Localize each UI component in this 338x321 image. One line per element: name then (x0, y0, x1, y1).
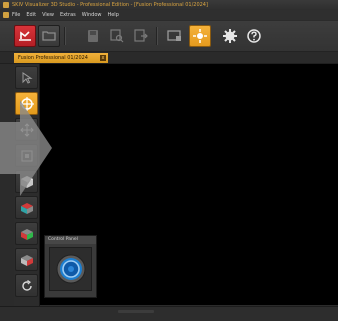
orbit-icon (19, 96, 34, 111)
new-project-button[interactable] (14, 25, 36, 47)
search-button[interactable] (106, 25, 128, 47)
menu-help[interactable]: Help (107, 10, 118, 20)
target-view-icon (193, 29, 207, 43)
menu-view[interactable]: View (42, 10, 54, 20)
front-view-button[interactable] (15, 222, 38, 245)
document-tab-bar: Fusion Professional 01/2024 x (0, 52, 338, 64)
navigation-dial-icon[interactable] (54, 252, 88, 286)
reset-view-button[interactable] (15, 274, 38, 297)
save-disk-icon (88, 30, 98, 42)
menu-edit[interactable]: Edit (26, 10, 36, 20)
splitter-grip[interactable] (118, 310, 154, 313)
menu-window[interactable]: Window (82, 10, 102, 20)
tab-fusion-professional[interactable]: Fusion Professional 01/2024 x (14, 53, 108, 63)
gear-icon (223, 29, 237, 43)
screen-capture-icon (167, 30, 181, 41)
control-panel-title: Control Panel (45, 236, 96, 244)
cube-top-icon (20, 202, 33, 214)
rotate-reset-icon (21, 279, 32, 291)
new-project-icon (19, 31, 31, 41)
title-bar: SKIV Visualizer 3D Studio - Professional… (0, 0, 338, 10)
side-view-button[interactable] (15, 248, 38, 271)
main-toolbar (0, 21, 338, 52)
export-icon (134, 29, 148, 42)
menu-bar: File Edit View Extras Window Help (0, 10, 338, 20)
cube-front-icon (20, 228, 33, 240)
export-button[interactable] (130, 25, 152, 47)
target-view-button[interactable] (189, 25, 211, 47)
window-title: SKIV Visualizer 3D Studio - Professional… (12, 2, 208, 8)
cube-side-icon (20, 254, 33, 266)
control-panel: Control Panel (44, 235, 97, 298)
move-arrows-icon (19, 122, 34, 137)
menu-app-icon[interactable] (3, 12, 9, 18)
help-button[interactable] (243, 25, 265, 47)
zoom-fit-button[interactable] (15, 144, 38, 167)
screen-capture-button[interactable] (164, 25, 186, 47)
app-logo-icon (3, 2, 9, 8)
control-panel-body (49, 247, 92, 291)
open-button[interactable] (38, 25, 60, 47)
zoom-frame-icon (20, 149, 33, 162)
pan-tool-button[interactable] (15, 118, 38, 141)
cube-iso-icon (20, 175, 33, 188)
open-folder-icon (42, 31, 56, 41)
help-icon (247, 29, 261, 43)
view-tools-strip (14, 64, 40, 308)
status-bar (0, 306, 338, 321)
pointer-arrow-icon (22, 71, 33, 84)
tab-close-button[interactable]: x (100, 55, 106, 61)
tab-label: Fusion Professional 01/2024 (18, 55, 88, 61)
menu-extras[interactable]: Extras (60, 10, 76, 20)
top-view-button[interactable] (15, 196, 38, 219)
select-tool-button[interactable] (15, 66, 38, 89)
iso-view-button[interactable] (15, 170, 38, 193)
settings-button[interactable] (219, 25, 241, 47)
orbit-tool-button[interactable] (15, 92, 38, 115)
search-magnify-icon (110, 29, 124, 43)
save-button[interactable] (82, 25, 104, 47)
menu-file[interactable]: File (12, 10, 20, 20)
